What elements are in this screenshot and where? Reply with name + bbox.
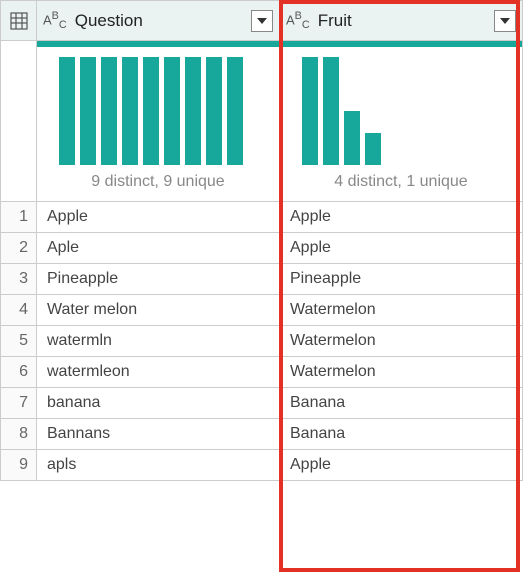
cell-fruit[interactable]: Banana — [280, 419, 523, 450]
distribution-chart — [280, 47, 522, 169]
row-number: 6 — [1, 357, 37, 388]
table-icon — [1, 12, 36, 30]
column-filter-button[interactable] — [251, 10, 273, 32]
corner-cell[interactable] — [1, 1, 37, 41]
data-table: ABC Question ABC Fruit — [0, 0, 523, 481]
cell-question[interactable]: apls — [37, 450, 280, 481]
table-row[interactable]: 8BannansBanana — [1, 419, 523, 450]
header-row: ABC Question ABC Fruit — [1, 1, 523, 41]
row-number: 7 — [1, 388, 37, 419]
column-stats: 4 distinct, 1 unique — [280, 169, 522, 201]
profile-corner — [1, 41, 37, 202]
cell-fruit[interactable]: Apple — [280, 450, 523, 481]
table-row[interactable]: 2ApleApple — [1, 233, 523, 264]
distribution-bar — [206, 57, 222, 165]
table-row[interactable]: 1AppleApple — [1, 202, 523, 233]
profile-row: 9 distinct, 9 unique 4 distinct, 1 uniqu… — [1, 41, 523, 202]
row-number: 9 — [1, 450, 37, 481]
cell-question[interactable]: watermleon — [37, 357, 280, 388]
profile-cell-fruit[interactable]: 4 distinct, 1 unique — [280, 41, 523, 202]
table-body: 1AppleApple2ApleApple3PineapplePineapple… — [1, 202, 523, 481]
chevron-down-icon — [257, 18, 267, 24]
table-row[interactable]: 3PineapplePineapple — [1, 264, 523, 295]
cell-fruit[interactable]: Watermelon — [280, 357, 523, 388]
column-header-question[interactable]: ABC Question — [37, 1, 280, 41]
cell-fruit[interactable]: Banana — [280, 388, 523, 419]
cell-fruit[interactable]: Apple — [280, 202, 523, 233]
cell-question[interactable]: watermln — [37, 326, 280, 357]
text-type-icon: ABC — [286, 11, 310, 31]
text-type-icon: ABC — [43, 11, 67, 31]
cell-question[interactable]: banana — [37, 388, 280, 419]
row-number: 2 — [1, 233, 37, 264]
row-number: 5 — [1, 326, 37, 357]
cell-question[interactable]: Apple — [37, 202, 280, 233]
distribution-bar — [227, 57, 243, 165]
cell-question[interactable]: Bannans — [37, 419, 280, 450]
column-filter-button[interactable] — [494, 10, 516, 32]
cell-question[interactable]: Aple — [37, 233, 280, 264]
column-name: Fruit — [318, 11, 486, 31]
distribution-bar — [59, 57, 75, 165]
cell-fruit[interactable]: Apple — [280, 233, 523, 264]
cell-question[interactable]: Water melon — [37, 295, 280, 326]
distribution-bar — [365, 133, 381, 165]
cell-fruit[interactable]: Watermelon — [280, 326, 523, 357]
row-number: 8 — [1, 419, 37, 450]
row-number: 4 — [1, 295, 37, 326]
distribution-bar — [143, 57, 159, 165]
profile-cell-question[interactable]: 9 distinct, 9 unique — [37, 41, 280, 202]
table-row[interactable]: 6watermleonWatermelon — [1, 357, 523, 388]
table-container: ABC Question ABC Fruit — [0, 0, 523, 576]
column-stats: 9 distinct, 9 unique — [37, 169, 279, 201]
distribution-bar — [101, 57, 117, 165]
cell-fruit[interactable]: Watermelon — [280, 295, 523, 326]
table-row[interactable]: 4Water melonWatermelon — [1, 295, 523, 326]
cell-fruit[interactable]: Pineapple — [280, 264, 523, 295]
chevron-down-icon — [500, 18, 510, 24]
row-number: 1 — [1, 202, 37, 233]
table-row[interactable]: 7bananaBanana — [1, 388, 523, 419]
row-number: 3 — [1, 264, 37, 295]
distribution-chart — [37, 47, 279, 169]
column-header-fruit[interactable]: ABC Fruit — [280, 1, 523, 41]
distribution-bar — [122, 57, 138, 165]
table-row[interactable]: 9aplsApple — [1, 450, 523, 481]
distribution-bar — [302, 57, 318, 165]
distribution-bar — [344, 111, 360, 165]
distribution-bar — [185, 57, 201, 165]
distribution-bar — [164, 57, 180, 165]
cell-question[interactable]: Pineapple — [37, 264, 280, 295]
column-name: Question — [75, 11, 243, 31]
distribution-bar — [323, 57, 339, 165]
distribution-bar — [80, 57, 96, 165]
table-row[interactable]: 5watermlnWatermelon — [1, 326, 523, 357]
